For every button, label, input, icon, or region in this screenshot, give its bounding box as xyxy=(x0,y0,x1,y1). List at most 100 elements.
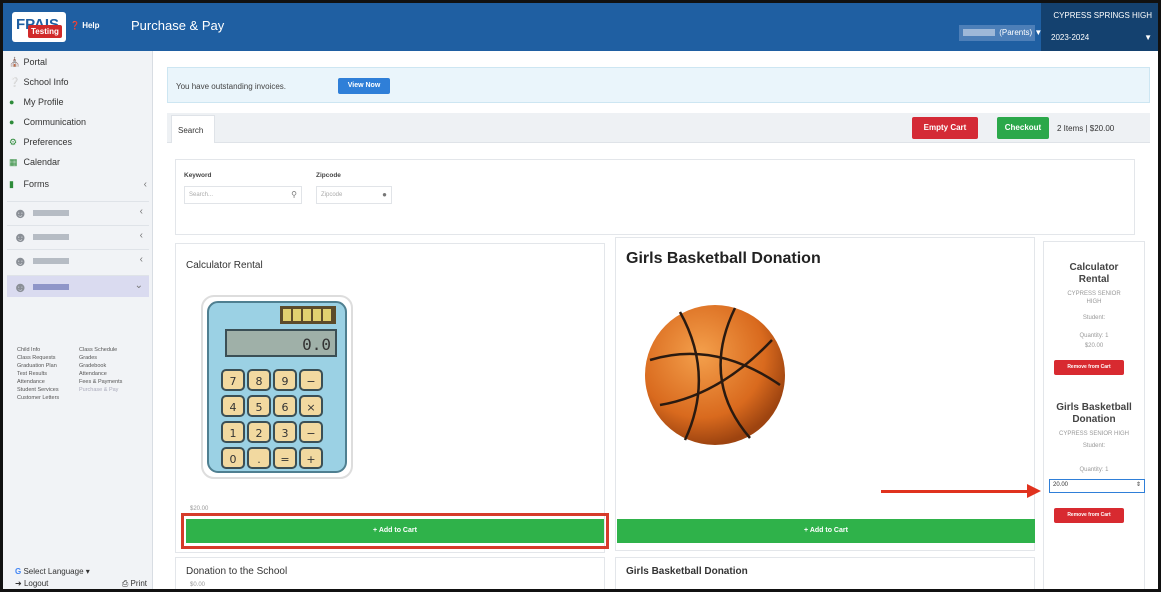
keyword-input[interactable]: Search... ⚲ xyxy=(184,186,302,204)
svg-text:.: . xyxy=(257,453,261,466)
main-content: You have outstanding invoices. View Now … xyxy=(153,51,1158,589)
tab-search[interactable]: Search xyxy=(171,115,215,143)
cart-item-quantity: Quantity: 1 xyxy=(1079,333,1109,339)
product-card-basketball: Girls Basketball Donation xyxy=(615,237,1035,551)
invoice-notice: You have outstanding invoices. View Now xyxy=(167,67,1150,103)
svg-text:0: 0 xyxy=(230,453,237,466)
calendar-icon: ▦ xyxy=(9,157,18,167)
sidebar-item-label: Portal xyxy=(23,57,48,67)
sidebar-item-preferences[interactable]: ⚙ Preferences xyxy=(9,137,147,153)
print-icon: ⎙ xyxy=(121,579,129,588)
cart-item-school: CYPRESS SENIOR HIGH xyxy=(1058,431,1129,437)
avatar-icon: ☻ xyxy=(13,253,28,269)
sublink[interactable]: Student Services xyxy=(17,387,59,393)
app-logo[interactable]: FPAIS Testing xyxy=(12,12,66,42)
cart-toolbar: Search Empty Cart Checkout 2 Items | $20… xyxy=(167,113,1150,143)
svg-text:8: 8 xyxy=(256,375,263,388)
sidebar-item-calendar[interactable]: ▦ Calendar xyxy=(9,157,147,173)
user-role: (Parents) xyxy=(999,28,1033,37)
sublink[interactable]: Grades xyxy=(79,355,97,361)
page-title: Purchase & Pay xyxy=(131,18,225,33)
sublink[interactable]: Attendance xyxy=(17,379,45,385)
add-to-cart-button-basketball[interactable]: + Add to Cart xyxy=(617,519,1035,543)
svg-text:−: − xyxy=(306,375,315,388)
annotation-arrow-line xyxy=(881,490,1029,493)
sublink[interactable]: Class Requests xyxy=(17,355,56,361)
logout-icon: ➜ xyxy=(15,579,22,588)
student-name-redacted xyxy=(33,284,69,290)
sidebar-item-portal[interactable]: ⛪ Portal xyxy=(9,57,147,73)
sidebar-student-3[interactable]: ☻ ‹ xyxy=(7,249,149,271)
svg-text:×: × xyxy=(306,401,315,414)
chevron-down-icon: ▼ xyxy=(1144,33,1152,42)
remove-from-cart-button[interactable]: Remove from Cart xyxy=(1054,508,1124,523)
sidebar-student-1[interactable]: ☻ ‹ xyxy=(7,201,149,223)
help-link[interactable]: ❓ Help xyxy=(70,21,100,30)
notice-text: You have outstanding invoices. xyxy=(176,82,287,91)
donation-amount-input[interactable]: 20.00 ⇕ xyxy=(1049,479,1145,493)
highlight-box xyxy=(181,513,609,549)
sublink[interactable]: Attendance xyxy=(79,371,107,377)
sublink-active[interactable]: Purchase & Pay xyxy=(79,387,118,393)
svg-text:=: = xyxy=(280,453,289,466)
svg-text:5: 5 xyxy=(256,401,263,414)
calculator-image: 0.0 7 8 9 − 4 5 6 × 1 2 3 − 0. = + xyxy=(201,295,353,479)
empty-cart-button[interactable]: Empty Cart xyxy=(912,117,978,139)
sidebar-item-label: My Profile xyxy=(23,97,64,107)
sidebar-item-label: Communication xyxy=(23,117,87,127)
product-price: $0.00 xyxy=(190,582,206,588)
checkout-button[interactable]: Checkout xyxy=(997,117,1049,139)
view-now-button[interactable]: View Now xyxy=(338,78,390,94)
avatar-icon: ☻ xyxy=(13,205,28,221)
sidebar-student-2[interactable]: ☻ ‹ xyxy=(7,225,149,247)
student-name-redacted xyxy=(33,210,69,216)
avatar-icon: ☻ xyxy=(13,229,28,245)
school-year: 2023-2024 xyxy=(1051,33,1090,42)
product-card-basketball-2: Girls Basketball Donation xyxy=(615,557,1035,589)
svg-text:1: 1 xyxy=(230,427,237,440)
student-name-redacted xyxy=(33,234,69,240)
user-menu[interactable]: (Parents) ▼ xyxy=(959,25,1042,41)
help-icon: ❓ xyxy=(70,21,80,30)
search-icon: ⚲ xyxy=(291,190,297,199)
stepper-icon[interactable]: ⇕ xyxy=(1136,481,1141,488)
sublink[interactable]: Test Results xyxy=(17,371,47,377)
svg-text:3: 3 xyxy=(282,427,289,440)
school-selector[interactable]: CYPRESS SPRINGS HIGH 2023-2024 ▼ xyxy=(1041,3,1158,51)
sublink[interactable]: Fees & Payments xyxy=(79,379,122,385)
product-card-calculator: Calculator Rental 0.0 7 8 9 − 4 5 6 × 1 2 3 − xyxy=(175,243,605,553)
svg-text:9: 9 xyxy=(282,375,289,388)
sidebar-item-school-info[interactable]: ❔ School Info xyxy=(9,77,147,93)
product-price: $20.00 xyxy=(190,506,209,512)
cart-item-title: Calculator Rental xyxy=(1069,262,1119,285)
sidebar-item-forms[interactable]: ▮ Forms ‹ xyxy=(9,179,147,195)
svg-text:6: 6 xyxy=(282,401,289,414)
product-title: Donation to the School xyxy=(186,566,288,577)
sidebar-item-communication[interactable]: ● Communication xyxy=(9,117,147,133)
sidebar-item-my-profile[interactable]: ● My Profile xyxy=(9,97,147,113)
sublink[interactable]: Class Schedule xyxy=(79,347,117,353)
remove-from-cart-button[interactable]: Remove from Cart xyxy=(1054,360,1124,375)
sublink[interactable]: Child Info xyxy=(17,347,40,353)
amount-value: 20.00 xyxy=(1053,482,1069,488)
print-link[interactable]: ⎙ Print xyxy=(122,579,147,589)
logout-link[interactable]: ➜ Logout xyxy=(15,579,48,588)
sidebar-student-4[interactable]: ☻ ⌄ xyxy=(7,275,149,297)
language-selector[interactable]: G Select Language ▾ xyxy=(15,567,90,576)
cart-summary: 2 Items | $20.00 xyxy=(1057,124,1115,133)
product-title: Girls Basketball Donation xyxy=(626,250,821,267)
sublink[interactable]: Gradebook xyxy=(79,363,106,369)
cart-item-school: CYPRESS SENIOR HIGH xyxy=(1067,291,1121,305)
sublink[interactable]: Customer Letters xyxy=(17,395,59,401)
sidebar-item-label: Calendar xyxy=(23,157,61,167)
chevron-down-icon: ⌄ xyxy=(134,280,143,291)
annotation-arrow-head xyxy=(1027,484,1041,498)
zipcode-input[interactable]: Zipcode ● xyxy=(316,186,392,204)
cart-item-student: Student: xyxy=(1082,443,1106,449)
sidebar-footer: G Select Language ▾ ➜ Logout ⎙ Print xyxy=(3,557,153,589)
testing-badge: Testing xyxy=(28,25,62,38)
chevron-down-icon: ▾ xyxy=(85,567,90,576)
sublink[interactable]: Graduation Plan xyxy=(17,363,57,369)
product-card-donation-school: Donation to the School $0.00 xyxy=(175,557,605,589)
cart-item-title: Girls Basketball Donation xyxy=(1056,402,1132,425)
